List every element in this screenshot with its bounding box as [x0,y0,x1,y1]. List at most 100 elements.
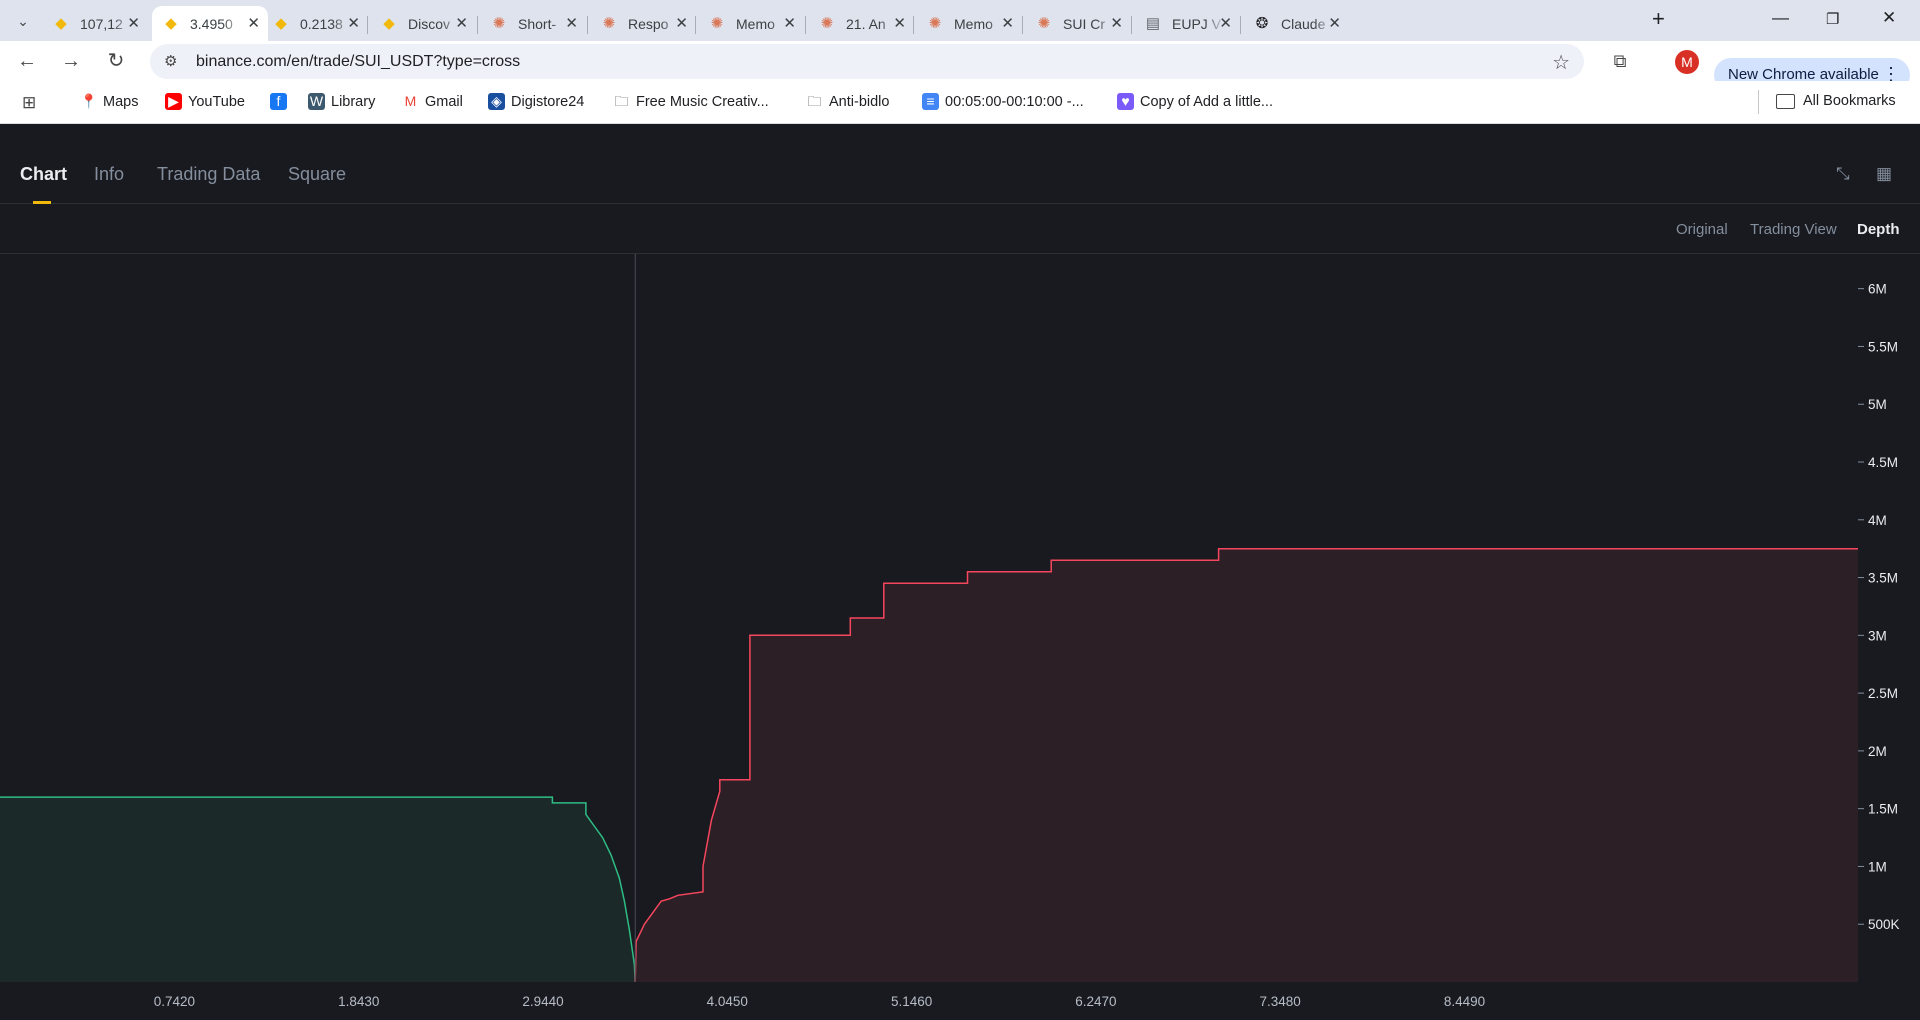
browser-tab[interactable]: ◆ 0.2138 ✕ [262,6,368,41]
heart-chat-icon: ♥ [1117,93,1134,110]
apps-grid-icon[interactable]: ⊞ [22,93,36,113]
y-tick-label: 500K [1868,917,1900,932]
browser-tab[interactable]: ◆ 3.4950 ✕ [152,6,268,41]
folder-icon [1776,93,1795,109]
wordpress-icon: W [308,93,325,110]
browser-tab[interactable]: ✺ SUI Cr ✕ [1025,6,1131,41]
profile-avatar[interactable]: M [1675,50,1699,74]
tab-strip: ⌄ ◆ 107,12 ✕ ◆ 3.4950 ✕ ◆ 0.2138 ✕ ◆ Discov ✕ ✺ Short… [0,0,1920,41]
bookmark-item[interactable]: 🗀 Free Music Creativ... [613,93,769,110]
back-icon[interactable]: ← [14,48,40,74]
bookmark-star-icon[interactable]: ☆ [1552,50,1570,75]
forward-icon[interactable]: → [58,48,84,74]
tab-chart[interactable]: Chart [20,164,67,185]
close-tab-icon[interactable]: ✕ [1110,14,1123,32]
bookmark-item[interactable]: 📍 Maps [80,93,138,110]
y-tick-label: 1M [1868,859,1887,874]
y-tick-label: 4.5M [1868,455,1898,470]
mode-original[interactable]: Original [1676,221,1728,238]
gmail-icon: M [404,93,417,109]
bookmark-item[interactable]: W Library [308,93,375,110]
mode-trading-view[interactable]: Trading View [1750,221,1837,238]
browser-tab[interactable]: ✺ Memo ✕ [916,6,1022,41]
bookmark-label: Gmail [425,93,463,110]
mode-depth[interactable]: Depth [1857,221,1900,238]
minimize-icon[interactable]: — [1772,8,1789,28]
close-tab-icon[interactable]: ✕ [1328,14,1341,32]
bookmark-label: Maps [103,93,139,110]
site-info-icon[interactable]: ⚙ [164,52,177,70]
close-tab-icon[interactable]: ✕ [1219,14,1232,32]
y-tick-label: 1.5M [1868,802,1898,817]
bookmark-label: 00:05:00-00:10:00 -... [945,93,1084,110]
tab-title: 3.4950 [190,15,233,32]
browser-tab[interactable]: ✺ Respo ✕ [590,6,696,41]
close-tab-icon[interactable]: ✕ [893,14,906,32]
browser-tab[interactable]: ✺ 21. An ✕ [808,6,914,41]
bookmark-item[interactable]: 🗀 Anti-bidlo [806,93,890,110]
tab-title: SUI Cr [1063,15,1105,32]
reload-icon[interactable]: ↻ [103,48,129,74]
binance-icon: ◆ [275,14,287,32]
y-tick-label: 6M [1868,282,1887,297]
address-bar[interactable]: ⚙ binance.com/en/trade/SUI_USDT?type=cro… [150,44,1584,79]
close-tab-icon[interactable]: ✕ [455,14,468,32]
tab-title: 0.2138 [300,15,343,32]
tab-title: Short- [518,15,557,32]
tab-title: Memo [954,15,993,32]
x-tick-label: 5.1460 [891,994,932,1009]
bookmarks-divider [1758,90,1759,114]
digistore-icon: ◈ [488,93,505,110]
claude-icon: ✺ [820,14,834,32]
facebook-icon: f [270,93,287,110]
close-tab-icon[interactable]: ✕ [1001,14,1014,32]
tab-separator [1131,16,1132,34]
tab-separator [805,16,806,34]
close-tab-icon[interactable]: ✕ [565,14,578,32]
folder-icon: 🗀 [807,93,822,109]
close-tab-icon[interactable]: ✕ [247,14,260,32]
bookmark-item[interactable]: f [270,93,293,110]
close-tab-icon[interactable]: ✕ [675,14,688,32]
bookmark-item[interactable]: ≡ 00:05:00-00:10:00 -... [922,93,1084,110]
collapse-icon[interactable]: ⤡ [1836,164,1850,184]
extensions-icon[interactable]: ⧉ [1607,48,1633,74]
x-tick-label: 0.7420 [154,994,195,1009]
depth-chart[interactable]: 6M 5.5M 5M 4.5M 4M 3.5M 3M 2.5M 2M 1.5M 1M 500K 0.7… [0,254,1920,1020]
browser-tab[interactable]: ▤ EUPJ V ✕ [1134,6,1240,41]
all-bookmarks-label: All Bookmarks [1803,93,1896,109]
close-window-icon[interactable]: ✕ [1882,8,1896,28]
bookmark-item[interactable]: ♥ Copy of Add a little... [1117,93,1273,110]
tab-title: 107,12 [80,15,123,32]
bookmark-item[interactable]: ▶ YouTube [165,93,245,110]
tab-title: Memo [736,15,775,32]
y-tick-label: 3.5M [1868,571,1898,586]
layout-grid-icon[interactable]: ▦ [1876,164,1892,184]
x-tick-label: 7.3480 [1260,994,1301,1009]
all-bookmarks-button[interactable]: All Bookmarks [1776,93,1896,109]
x-tick-label: 1.8430 [338,994,379,1009]
document-icon: ▤ [1145,14,1161,32]
restore-icon[interactable]: ❐ [1826,10,1839,28]
close-tab-icon[interactable]: ✕ [127,14,140,32]
browser-tab[interactable]: ❂ Claude ✕ [1243,6,1349,41]
tab-search-chevron-icon[interactable]: ⌄ [10,8,36,34]
y-tick-label: 3M [1868,628,1887,643]
tab-info[interactable]: Info [94,164,124,185]
url-text[interactable]: binance.com/en/trade/SUI_USDT?type=cross [196,53,520,71]
tab-trading-data[interactable]: Trading Data [157,164,260,185]
browser-tab[interactable]: ◆ 107,12 ✕ [42,6,148,41]
x-tick-label: 2.9440 [522,994,563,1009]
binance-icon: ◆ [383,14,395,32]
tab-square[interactable]: Square [288,164,346,185]
browser-tab[interactable]: ✺ Memo ✕ [698,6,804,41]
close-tab-icon[interactable]: ✕ [347,14,360,32]
browser-tab[interactable]: ✺ Short- ✕ [480,6,586,41]
tab-separator [1240,16,1241,34]
bookmark-item[interactable]: M Gmail [402,93,463,110]
bookmark-item[interactable]: ◈ Digistore24 [488,93,584,110]
close-tab-icon[interactable]: ✕ [783,14,796,32]
browser-tab[interactable]: ◆ Discov ✕ [370,6,476,41]
bookmark-label: Library [331,93,376,110]
new-tab-button[interactable]: + [1652,6,1665,32]
